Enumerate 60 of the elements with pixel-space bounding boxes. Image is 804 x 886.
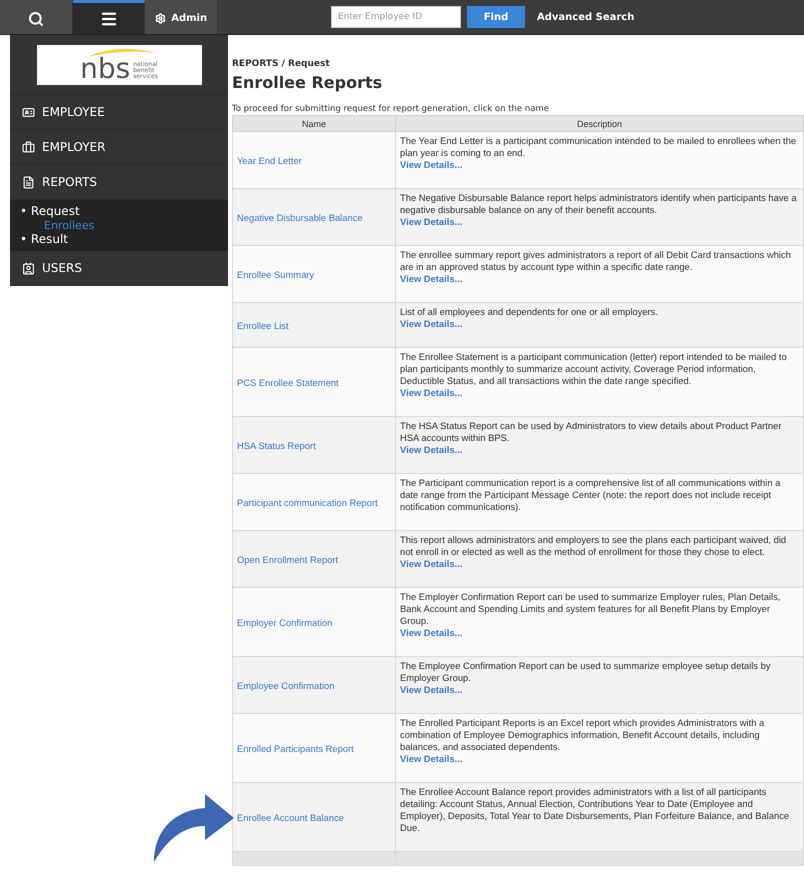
view-details-link[interactable]: View Details...	[400, 216, 462, 228]
logo-mark: nbs	[80, 54, 130, 82]
breadcrumb: REPORTS / Request	[232, 59, 331, 69]
sidebar-item[interactable]: EMPLOYEE	[10, 95, 228, 130]
search-icon	[28, 10, 44, 26]
nav-tab[interactable]	[0, 0, 73, 34]
report-link[interactable]: PCS Enrollee Statement	[237, 376, 339, 388]
report-description: List of all employees and dependents for one or all employers.	[400, 306, 658, 317]
find-button[interactable]: Find	[467, 6, 525, 28]
report-description: The Employee Confirmation Report can be used to summarize employee setup details by Employer Group.	[400, 660, 771, 683]
view-details-link[interactable]: View Details...	[400, 753, 462, 765]
view-details-link[interactable]: View Details...	[400, 387, 462, 399]
column-header: Name	[232, 116, 396, 132]
view-details-link[interactable]: View Details...	[400, 684, 462, 696]
view-details-link[interactable]: View Details...	[400, 273, 462, 285]
report-description: The Enrollee Account Balance report provides administrators with a list of all participants detailing: Account Status, Annual Election, Contributions Year to Date (Employee and Employer), Deposits, Total Year to Date Disbursements, Plan Forfeiture Balance, and Balance Due.	[400, 786, 790, 833]
report-link[interactable]: HSA Status Report	[237, 440, 316, 450]
menu-icon	[100, 10, 118, 28]
swoosh-icon	[86, 46, 156, 58]
view-details-link[interactable]: View Details...	[400, 627, 462, 639]
instruction-text: To proceed for submitting request for report generation, click on the name	[232, 104, 550, 114]
report-link[interactable]: Enrollee List	[237, 320, 289, 330]
sidebar-item[interactable]: EMPLOYER	[10, 130, 228, 165]
report-link[interactable]: Employer Confirmation	[237, 616, 332, 628]
report-description: The Participant communication report is a comprehensive list of all communications within a date range from the Participant Message Center (note: the report does not include receipt notification communications).	[400, 477, 780, 512]
employee-id-field[interactable]: Enter Employee ID	[331, 6, 461, 28]
briefcase-icon	[22, 140, 35, 154]
document-icon	[22, 176, 35, 188]
report-description: The Enrolled Participant Reports is an Excel report which provides Administrators with a combination of Employee Demographics information, Benefit Account details, including balances, and associated dependents.	[400, 717, 764, 752]
contact-icon	[22, 262, 35, 274]
view-details-link[interactable]: View Details...	[400, 444, 462, 456]
sidebar-item[interactable]: USERS	[10, 251, 228, 286]
report-link[interactable]: Enrollee Account Balance	[237, 812, 344, 822]
report-link[interactable]: Employee Confirmation	[237, 680, 334, 690]
report-description: The Negative Disbursable Balance report helps administrators identify when participants have a negative disbursable balance on any of their benefit accounts.	[400, 192, 797, 215]
report-description: The Year End Letter is a participant communication intended to be mailed to enrollees when the plan year is coming to an end.	[400, 135, 796, 158]
page-title: Enrollee Reports	[232, 73, 384, 92]
column-header: Description	[396, 116, 804, 132]
report-link[interactable]: Enrollee Summary	[237, 268, 314, 280]
id-card-icon	[22, 106, 35, 118]
report-link[interactable]: Negative Disbursable Balance	[237, 212, 363, 222]
view-details-link[interactable]: View Details...	[400, 318, 462, 330]
submenu-item[interactable]: • Result	[20, 232, 228, 247]
report-link[interactable]: Participant communication Report	[237, 496, 378, 508]
report-link[interactable]: Year End Letter	[237, 154, 302, 166]
submenu-item[interactable]: Enrollees	[20, 219, 228, 232]
view-details-link[interactable]: View Details...	[400, 159, 462, 171]
advanced-search-link[interactable]: Advanced Search	[537, 12, 634, 22]
report-link[interactable]: Open Enrollment Report	[237, 554, 338, 564]
report-description: This report allows administrators and employers to see the plans each participant waived, did not enroll in or elected as well as the method of enrollment for those they chose to elect.	[400, 534, 786, 557]
admin-tab[interactable]: Admin	[145, 0, 218, 34]
report-description: The enrollee summary report gives administrators a report of all Debit Card transactions which are in an approved status by account type within a specific date range.	[400, 249, 791, 272]
submenu-item[interactable]: • Request	[20, 204, 228, 219]
report-description: The Employer Confirmation Report can be used to summarize Employer rules, Plan Details, Bank Account and Spending Limits and system features for all Benefit Plans by Employer Group.	[400, 591, 780, 626]
settings-icon	[155, 13, 166, 24]
nav-tab[interactable]	[72, 0, 146, 34]
report-description: The Enrollee Statement is a participant communication (letter) report intended to be mailed to plan participants monthly to summarize account activity, Coverage Period information, Deductible Status, and all transactions within the date range specified.	[400, 351, 787, 386]
view-details-link[interactable]: View Details...	[400, 558, 462, 570]
report-link[interactable]: Enrolled Participants Report	[237, 742, 354, 754]
report-description: The HSA Status Report can be used by Administrators to view details about Product Partner HSA accounts within BPS.	[400, 420, 782, 443]
